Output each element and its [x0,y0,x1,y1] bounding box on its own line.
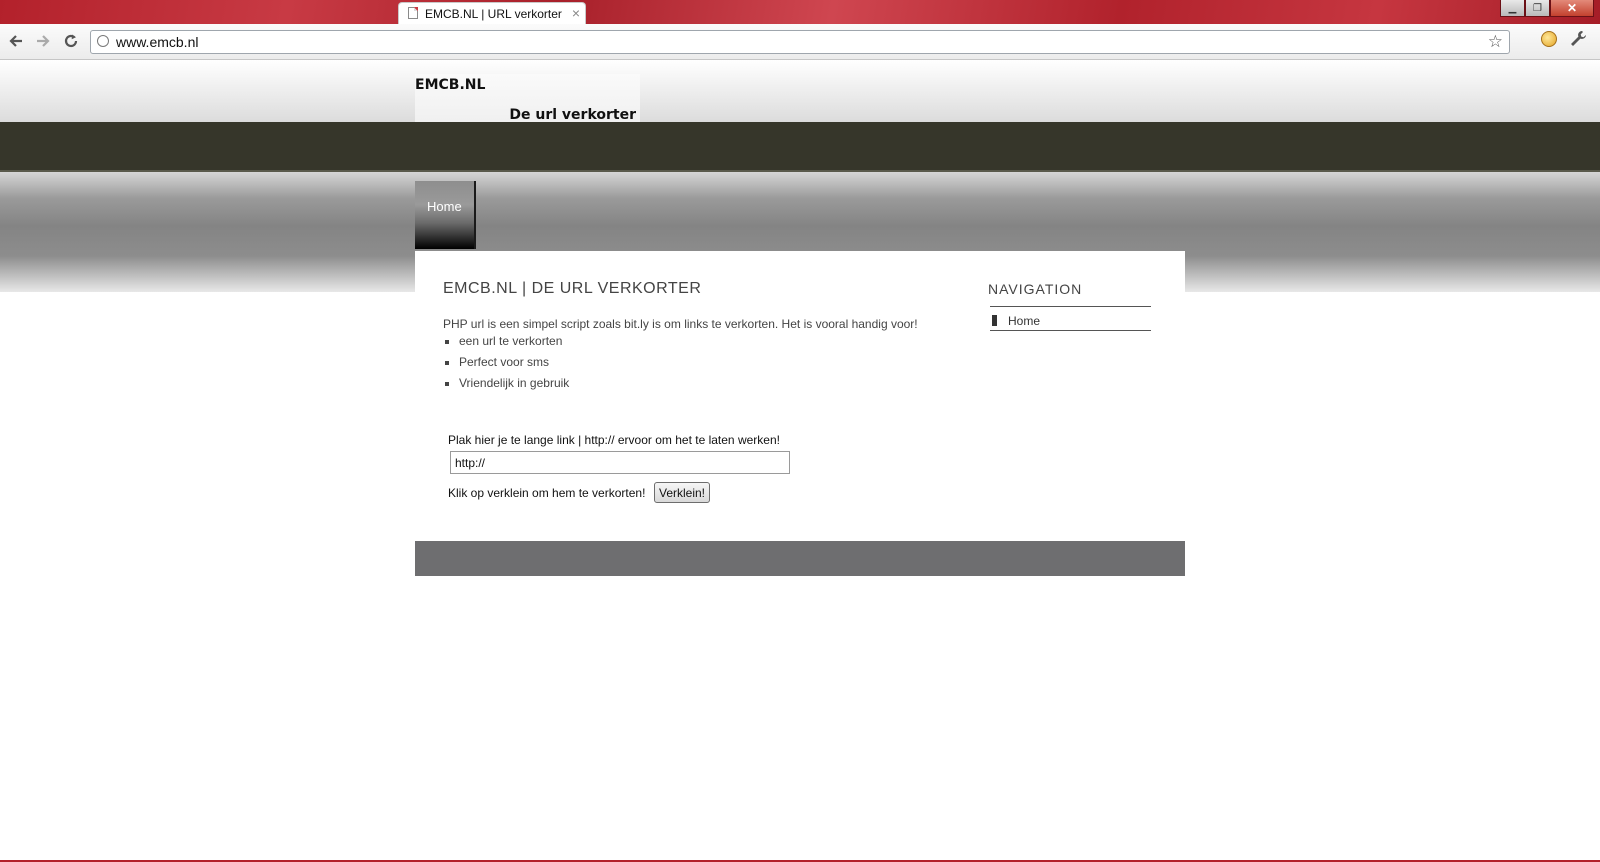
page-icon [408,7,418,19]
tab-close-icon[interactable]: × [572,5,580,21]
page-title: EMCB.NL | DE URL VERKORTER [443,280,702,297]
browser-toolbar: www.emcb.nl ☆ [0,24,1600,60]
forward-arrow-icon[interactable] [32,30,54,52]
nav-tab-home[interactable]: Home [415,181,476,249]
back-arrow-icon[interactable] [5,30,27,52]
intro-text: PHP url is een simpel script zoals bit.l… [443,317,918,331]
site-header [0,60,1600,122]
submit-hint: Klik op verklein om hem te verkorten! [448,486,646,500]
feature-list: een url te verkorten Perfect voor sms Vr… [443,333,569,396]
window-controls: ▁ ❐ ✕ [1500,0,1594,18]
logo-title: EMCB.NL [415,77,486,93]
shorten-button[interactable]: Verklein! [654,482,710,503]
tab-title: EMCB.NL | URL verkorter [425,7,562,21]
site-footer [415,541,1185,576]
list-item: een url te verkorten [459,333,569,354]
sidebar-item-home[interactable]: Home [990,313,1151,329]
address-bar[interactable]: www.emcb.nl ☆ [90,30,1510,54]
address-text: www.emcb.nl [116,34,199,50]
header-band [0,122,1600,172]
bullet-icon [992,315,997,326]
bookmark-star-icon[interactable]: ☆ [1488,32,1503,52]
sidebar-item-label: Home [1008,314,1041,328]
list-item: Vriendelijk in gebruik [459,375,569,396]
reload-icon[interactable] [60,30,82,52]
close-window-icon[interactable]: ✕ [1550,0,1594,17]
nav-tab-home-label: Home [427,199,462,214]
long-url-input[interactable] [450,451,790,474]
wrench-icon[interactable] [1568,29,1588,49]
minimize-icon[interactable]: ▁ [1500,0,1525,17]
url-form-label: Plak hier je te lange link | http:// erv… [448,433,780,447]
logo-subtitle: De url verkorter [509,107,636,123]
sidebar-divider [990,306,1151,307]
sidebar-title: NAVIGATION [988,281,1083,297]
globe-icon [97,35,109,47]
browser-tab[interactable]: EMCB.NL | URL verkorter × [398,2,586,24]
window-titlebar [0,0,1600,24]
content-panel: EMCB.NL | DE URL VERKORTER PHP url is ee… [415,251,1185,541]
site-logo[interactable]: EMCB.NL De url verkorter [415,74,640,123]
list-item: Perfect voor sms [459,354,569,375]
sidebar-divider [990,330,1151,331]
restore-icon[interactable]: ❐ [1525,0,1550,17]
extension-icon[interactable] [1541,31,1557,47]
